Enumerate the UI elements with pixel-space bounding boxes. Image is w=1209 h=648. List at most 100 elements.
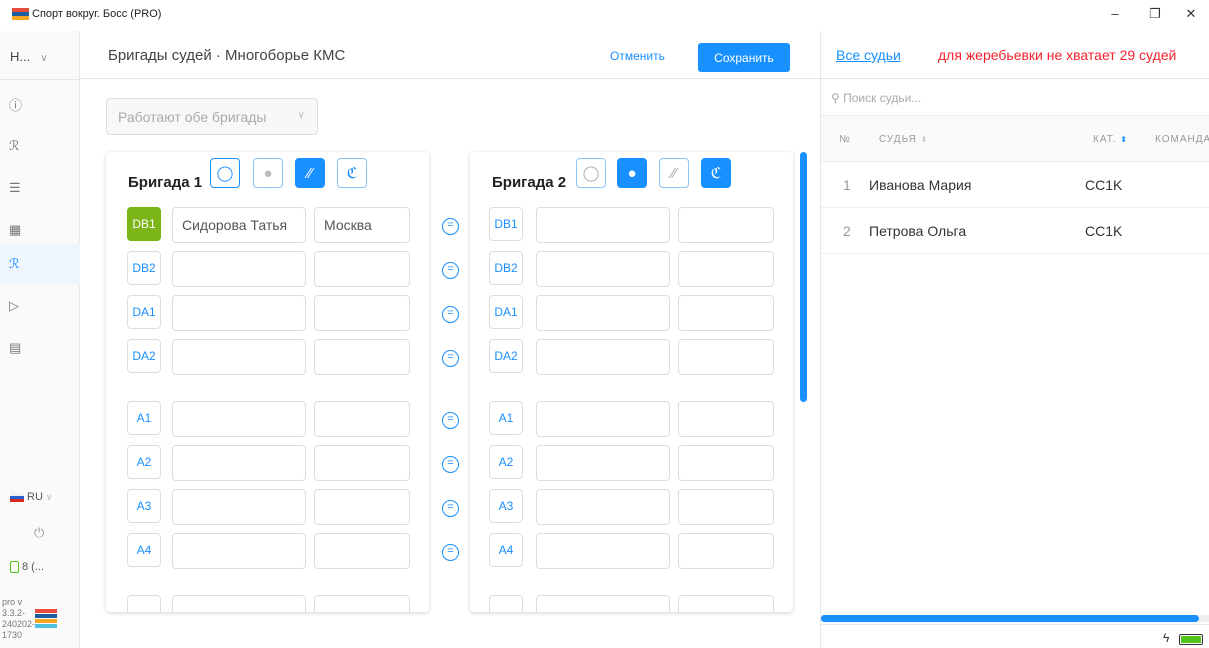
role-db1[interactable]: DB1 [489, 207, 523, 241]
sidebar-item-brigades[interactable]: ℛ [0, 243, 80, 285]
cancel-button[interactable]: Отменить [610, 49, 665, 63]
apparatus-ribbon-icon[interactable]: ℭ [337, 158, 367, 188]
swap-button[interactable]: = [442, 500, 459, 517]
judge-name-field[interactable] [536, 401, 670, 437]
apparatus-ball-icon[interactable]: ● [617, 158, 647, 188]
judge-name-field[interactable] [536, 595, 670, 612]
column-judge[interactable]: СУДЬЯ ⬍ [879, 134, 928, 145]
role-db1[interactable]: DB1 [127, 207, 161, 241]
sidebar-item-document[interactable]: ▤ [0, 327, 80, 369]
role-a1[interactable]: A1 [127, 401, 161, 435]
role-db2[interactable]: DB2 [489, 251, 523, 285]
judge-name-field[interactable] [172, 339, 306, 375]
swap-button[interactable]: = [442, 306, 459, 323]
role-a2[interactable]: A2 [489, 445, 523, 479]
judge-city-field[interactable] [314, 401, 410, 437]
role-a4[interactable]: A4 [127, 533, 161, 567]
swap-button[interactable]: = [442, 350, 459, 367]
judge-name-field[interactable] [536, 339, 670, 375]
all-judges-link[interactable]: Все судьи [836, 47, 901, 63]
role-a4[interactable]: A4 [489, 533, 523, 567]
role-a3[interactable]: A3 [127, 489, 161, 523]
judge-city-field[interactable] [314, 445, 410, 481]
swap-button[interactable]: = [442, 412, 459, 429]
column-category[interactable]: КАТ. ⬍ [1093, 134, 1128, 145]
apparatus-clubs-icon[interactable]: ⁄⁄ [295, 158, 325, 188]
restore-button[interactable]: ❐ [1140, 6, 1170, 22]
swap-button[interactable]: = [442, 544, 459, 561]
role-a2[interactable]: A2 [127, 445, 161, 479]
swap-button[interactable]: = [442, 218, 459, 235]
table-row[interactable]: 1 Иванова Мария CC1K [821, 162, 1209, 208]
apparatus-ribbon-icon[interactable]: ℭ [701, 158, 731, 188]
judge-city-field[interactable] [678, 445, 774, 481]
judge-city-field[interactable]: Москва [314, 207, 410, 243]
role-next[interactable] [127, 595, 161, 612]
judge-city-field[interactable] [678, 595, 774, 612]
judge-city-field[interactable] [314, 533, 410, 569]
judge-name-field[interactable] [536, 207, 670, 243]
swap-button[interactable]: = [442, 456, 459, 473]
judge-name-field[interactable] [536, 445, 670, 481]
judge-city-field[interactable] [678, 207, 774, 243]
role-da2[interactable]: DA2 [489, 339, 523, 373]
judge-name-field[interactable] [172, 445, 306, 481]
judge-city-field[interactable] [678, 489, 774, 525]
judge-city-field[interactable] [678, 339, 774, 375]
judge-name-field[interactable] [172, 595, 306, 612]
language-select[interactable]: RU ∨ [10, 491, 52, 503]
apparatus-hoop-icon[interactable]: ◯ [210, 158, 240, 188]
judge-name-field[interactable] [172, 533, 306, 569]
judge-city-field[interactable] [678, 295, 774, 331]
warning-message: для жеребьевки не хватает 29 судей [938, 47, 1177, 63]
document-icon: ▤ [9, 340, 22, 355]
judge-name-field[interactable] [172, 401, 306, 437]
judge-city-field[interactable] [678, 401, 774, 437]
judge-city-field[interactable] [314, 595, 410, 612]
device-status[interactable]: 8 (... [10, 561, 44, 574]
judge-city-field[interactable] [314, 489, 410, 525]
judge-city-field[interactable] [314, 295, 410, 331]
judge-name-field[interactable] [536, 489, 670, 525]
judge-search-input[interactable]: ⚲ Поиск судьи... [831, 91, 921, 105]
judge-city-field[interactable] [678, 251, 774, 287]
sidebar-item-judges[interactable]: ℛ [0, 125, 80, 167]
role-db2[interactable]: DB2 [127, 251, 161, 285]
chevron-down-icon: ∨ [40, 53, 48, 64]
power-icon[interactable]: ⏻ [34, 525, 44, 541]
role-da1[interactable]: DA1 [127, 295, 161, 329]
chevron-down-icon: ∨ [297, 110, 305, 121]
apparatus-clubs-icon[interactable]: ⁄⁄ [659, 158, 689, 188]
judge-city-field[interactable] [314, 339, 410, 375]
judge-city-field[interactable] [678, 533, 774, 569]
competition-select[interactable]: Н... ∨ [10, 49, 48, 64]
judge-name-field[interactable] [172, 295, 306, 331]
sidebar-item-play[interactable]: ▷ [0, 285, 80, 327]
role-da1[interactable]: DA1 [489, 295, 523, 329]
close-button[interactable]: ✕ [1176, 6, 1206, 22]
vertical-scrollbar[interactable] [800, 152, 807, 402]
apparatus-hoop-icon[interactable]: ◯ [576, 158, 606, 188]
judge-name-field[interactable]: Сидорова Татья [172, 207, 306, 243]
judge-name-field[interactable] [172, 251, 306, 287]
judge-name-field[interactable] [536, 251, 670, 287]
save-button[interactable]: Сохранить [698, 43, 790, 72]
brigade-mode-select[interactable]: Работают обе бригады ∨ [106, 98, 318, 135]
horizontal-scrollbar[interactable] [821, 615, 1199, 622]
judge-city-field[interactable] [314, 251, 410, 287]
sidebar-item-list[interactable]: ☰ [0, 167, 80, 209]
brand-logo-icon [35, 609, 57, 629]
swap-button[interactable]: = [442, 262, 459, 279]
sidebar-item-info[interactable]: ⓘ [0, 83, 80, 125]
table-row[interactable]: 2 Петрова Ольга CC1K [821, 208, 1209, 254]
apparatus-ball-icon[interactable]: ● [253, 158, 283, 188]
judge-name-field[interactable] [536, 533, 670, 569]
role-a3[interactable]: A3 [489, 489, 523, 523]
minimize-button[interactable]: – [1100, 6, 1130, 21]
search-icon: ⚲ [831, 91, 844, 105]
role-a1[interactable]: A1 [489, 401, 523, 435]
judge-name-field[interactable] [536, 295, 670, 331]
role-da2[interactable]: DA2 [127, 339, 161, 373]
judge-name-field[interactable] [172, 489, 306, 525]
role-next[interactable] [489, 595, 523, 612]
